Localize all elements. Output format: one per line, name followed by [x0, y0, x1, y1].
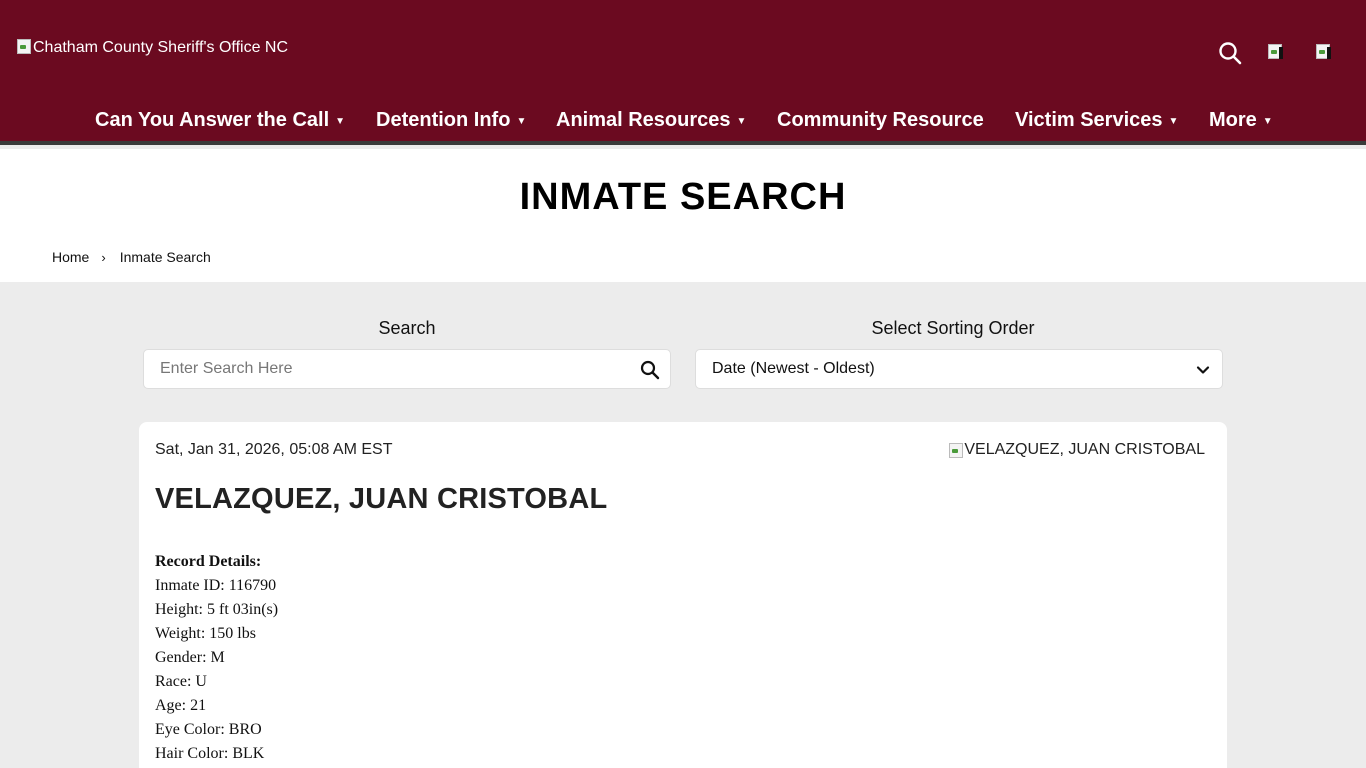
breadcrumb: Home › Inmate Search [52, 249, 211, 265]
details-heading: Record Details: [155, 553, 262, 570]
caret-down-icon: ▼ [1262, 115, 1273, 127]
main-nav: Can You Answer the Call ▼ Detention Info ▼… [0, 105, 1366, 135]
site-header: Chatham County Sheriff's Office NC Can Y… [0, 0, 1366, 145]
breadcrumb-current: Inmate Search [119, 249, 211, 265]
broken-image-icon [16, 38, 32, 54]
nav-label: Can You Answer the Call [95, 108, 330, 131]
record-timestamp: Sat, Jan 31, 2026, 05:08 AM EST [155, 441, 393, 458]
inmate-record-card: Sat, Jan 31, 2026, 05:08 AM EST VELAZQUE… [139, 422, 1227, 768]
site-logo[interactable]: Chatham County Sheriff's Office NC [16, 39, 288, 57]
search-box [143, 349, 671, 389]
twitter-icon[interactable] [1315, 43, 1337, 61]
caret-down-icon: ▼ [516, 115, 527, 127]
nav-item-community-resource[interactable]: Community Resource [777, 105, 984, 135]
chevron-right-icon: › [101, 249, 106, 265]
nav-item-answer-the-call[interactable]: Can You Answer the Call ▼ [95, 105, 345, 135]
search-icon[interactable] [640, 360, 660, 380]
detail-gender: Gender: M [155, 649, 225, 666]
nav-item-more[interactable]: More ▼ [1209, 105, 1273, 135]
caret-down-icon: ▼ [736, 115, 747, 127]
search-label: Search [378, 318, 436, 338]
nav-label: Community Resource [777, 108, 984, 131]
detail-inmate-id: Inmate ID: 116790 [155, 577, 277, 594]
nav-label: Animal Resources [556, 108, 731, 131]
search-icon[interactable] [1218, 41, 1242, 65]
sort-select[interactable]: Date (Newest - Oldest) [695, 349, 1223, 389]
search-input[interactable] [144, 350, 614, 388]
inmate-photo[interactable]: VELAZQUEZ, JUAN CRISTOBAL [948, 441, 1205, 459]
record-details: Record Details: Inmate ID: 116790 Height… [155, 550, 278, 766]
breadcrumb-home-link[interactable]: Home [52, 249, 89, 265]
detail-race: Race: U [155, 673, 207, 690]
page-title: INMATE SEARCH [519, 176, 847, 218]
nav-label: Victim Services [1015, 108, 1163, 131]
detail-weight: Weight: 150 lbs [155, 625, 256, 642]
chevron-down-icon [1196, 366, 1210, 374]
photo-alt-text: VELAZQUEZ, JUAN CRISTOBAL [964, 441, 1205, 458]
nav-label: Detention Info [376, 108, 511, 131]
broken-image-icon [948, 442, 964, 458]
sort-label: Select Sorting Order [871, 318, 1035, 338]
icon-fragment [1279, 47, 1283, 59]
detail-eye-color: Eye Color: BRO [155, 721, 262, 738]
sort-selected-value: Date (Newest - Oldest) [712, 360, 875, 377]
inmate-name[interactable]: VELAZQUEZ, JUAN CRISTOBAL [155, 483, 607, 516]
nav-label: More [1209, 108, 1257, 131]
caret-down-icon: ▼ [335, 115, 346, 127]
nav-item-detention-info[interactable]: Detention Info ▼ [376, 105, 526, 135]
detail-height: Height: 5 ft 03in(s) [155, 601, 279, 618]
title-band: INMATE SEARCH Home › Inmate Search [0, 149, 1366, 282]
caret-down-icon: ▼ [1168, 115, 1179, 127]
icon-fragment [1327, 47, 1331, 59]
facebook-icon[interactable] [1267, 43, 1289, 61]
nav-item-animal-resources[interactable]: Animal Resources ▼ [556, 105, 746, 135]
detail-age: Age: 21 [155, 697, 207, 714]
nav-item-victim-services[interactable]: Victim Services ▼ [1015, 105, 1178, 135]
logo-alt-text: Chatham County Sheriff's Office NC [33, 39, 289, 56]
detail-hair-color: Hair Color: BLK [155, 745, 265, 762]
